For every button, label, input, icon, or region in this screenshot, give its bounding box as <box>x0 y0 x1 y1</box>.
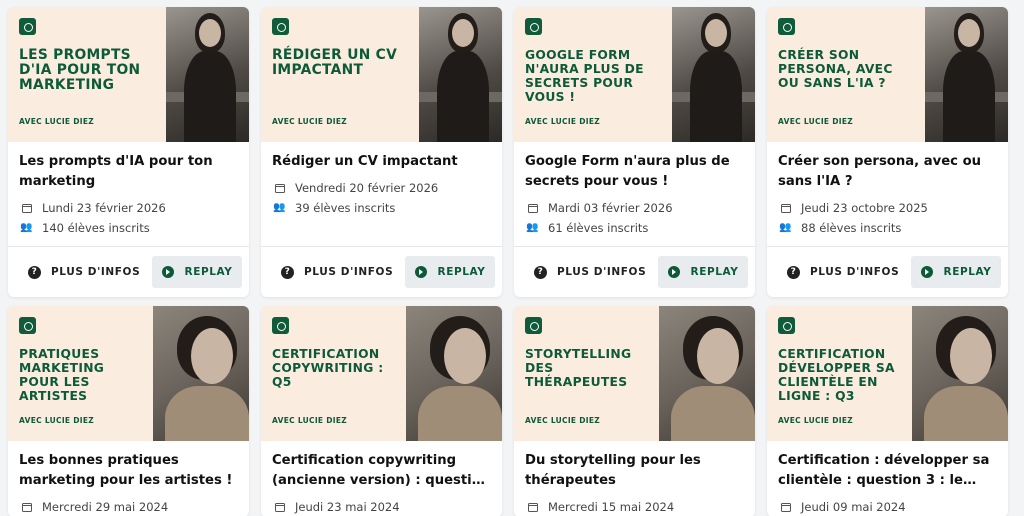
calendar-icon <box>273 502 286 512</box>
people-icon: 👥 <box>779 222 792 233</box>
host-photo <box>672 7 755 142</box>
course-banner: LES PROMPTS D'IA POUR TON MARKETING AVEC L… <box>8 7 249 142</box>
course-date: Jeudi 23 mai 2024 <box>272 497 491 516</box>
more-info-button[interactable]: ? PLUS D'INFOS <box>281 265 393 279</box>
question-circle-icon: ? <box>28 265 41 279</box>
replay-button[interactable]: REPLAY <box>911 256 1001 288</box>
host-photo <box>912 306 1008 441</box>
course-title[interactable]: Les prompts d'IA pour ton marketing <box>19 152 238 192</box>
replay-button[interactable]: REPLAY <box>405 256 495 288</box>
question-circle-icon: ? <box>281 265 294 279</box>
brand-logo-icon <box>525 317 542 334</box>
play-circle-icon <box>161 266 174 278</box>
course-title[interactable]: Rédiger un CV impactant <box>272 152 491 172</box>
banner-title: CERTIFICATION DÉVELOPPER SA CLIENTÈLE EN LI… <box>778 347 895 403</box>
brand-logo-icon <box>778 317 795 334</box>
course-title[interactable]: Certification : développer sa clientèle … <box>778 451 997 491</box>
banner-host: AVEC LUCIE DIEZ <box>19 117 95 126</box>
course-card[interactable]: LES PROMPTS D'IA POUR TON MARKETING AVEC L… <box>8 7 249 297</box>
course-banner: CERTIFICATION COPYWRITING : Q5 AVEC LUCIE … <box>261 306 502 441</box>
course-title[interactable]: Créer son persona, avec ou sans l'IA ? <box>778 152 997 192</box>
banner-host: AVEC LUCIE DIEZ <box>778 117 854 126</box>
banner-title: CERTIFICATION COPYWRITING : Q5 <box>272 347 384 389</box>
course-title[interactable]: Certification copywriting (ancienne vers… <box>272 451 491 491</box>
course-students: 👥 39 élèves inscrits <box>273 201 396 215</box>
banner-title: CRÉER SON PERSONA, AVEC OU SANS L'IA ? <box>778 48 893 90</box>
course-card[interactable]: CERTIFICATION COPYWRITING : Q5 AVEC LUCIE … <box>261 306 502 516</box>
replay-button[interactable]: REPLAY <box>152 256 242 288</box>
people-icon: 👥 <box>273 202 286 213</box>
course-title[interactable]: Du storytelling pour les thérapeutes <box>525 451 744 491</box>
banner-host: AVEC LUCIE DIEZ <box>525 117 601 126</box>
calendar-icon <box>526 203 539 213</box>
course-banner: CERTIFICATION DÉVELOPPER SA CLIENTÈLE EN LI… <box>767 306 1008 441</box>
course-date: Lundi 23 février 2026 <box>19 198 238 218</box>
brand-logo-icon <box>19 317 36 334</box>
host-photo <box>925 7 1008 142</box>
host-photo <box>406 306 502 441</box>
course-banner: CRÉER SON PERSONA, AVEC OU SANS L'IA ? AVE… <box>767 7 1008 142</box>
banner-title: GOOGLE FORM N'AURA PLUS DE SECRETS POUR VOU… <box>525 48 644 104</box>
host-photo <box>659 306 755 441</box>
course-date: Jeudi 09 mai 2024 <box>778 497 997 516</box>
calendar-icon <box>779 502 792 512</box>
banner-title: PRATIQUES MARKETING POUR LES ARTISTES <box>19 347 105 403</box>
people-icon: 👥 <box>526 222 539 233</box>
brand-logo-icon <box>19 18 36 35</box>
banner-host: AVEC LUCIE DIEZ <box>778 416 854 425</box>
course-card[interactable]: STORYTELLING DES THÉRAPEUTES AVEC LUCIE DI… <box>514 306 755 516</box>
course-students: 👥 140 élèves inscrits <box>20 221 150 235</box>
banner-host: AVEC LUCIE DIEZ <box>272 416 348 425</box>
course-card[interactable]: GOOGLE FORM N'AURA PLUS DE SECRETS POUR VOU… <box>514 7 755 297</box>
host-photo <box>166 7 249 142</box>
calendar-icon <box>526 502 539 512</box>
calendar-icon <box>20 502 33 512</box>
question-circle-icon: ? <box>534 265 547 279</box>
course-card[interactable]: RÉDIGER UN CV IMPACTANT AVEC LUCIE DIEZ R… <box>261 7 502 297</box>
calendar-icon <box>20 203 33 213</box>
calendar-icon <box>779 203 792 213</box>
course-students: 👥 88 élèves inscrits <box>779 221 902 235</box>
brand-logo-icon <box>272 317 289 334</box>
course-title[interactable]: Google Form n'aura plus de secrets pour … <box>525 152 744 192</box>
course-date: Jeudi 23 octobre 2025 <box>778 198 997 218</box>
play-circle-icon <box>920 266 933 278</box>
brand-logo-icon <box>778 18 795 35</box>
banner-host: AVEC LUCIE DIEZ <box>19 416 95 425</box>
calendar-icon <box>273 183 286 193</box>
more-info-button[interactable]: ? PLUS D'INFOS <box>534 265 646 279</box>
course-date: Mercredi 15 mai 2024 <box>525 497 744 516</box>
play-circle-icon <box>667 266 680 278</box>
course-students: 👥 61 élèves inscrits <box>526 221 649 235</box>
course-date: Vendredi 20 février 2026 <box>272 178 491 198</box>
host-photo <box>419 7 502 142</box>
course-card[interactable]: PRATIQUES MARKETING POUR LES ARTISTES AVEC … <box>8 306 249 516</box>
course-banner: GOOGLE FORM N'AURA PLUS DE SECRETS POUR VOU… <box>514 7 755 142</box>
question-circle-icon: ? <box>787 265 800 279</box>
course-banner: RÉDIGER UN CV IMPACTANT AVEC LUCIE DIEZ <box>261 7 502 142</box>
course-banner: PRATIQUES MARKETING POUR LES ARTISTES AVEC … <box>8 306 249 441</box>
banner-title: LES PROMPTS D'IA POUR TON MARKETING <box>19 47 141 93</box>
more-info-button[interactable]: ? PLUS D'INFOS <box>28 265 140 279</box>
course-date: Mardi 03 février 2026 <box>525 198 744 218</box>
course-title[interactable]: Les bonnes pratiques marketing pour les … <box>19 451 238 491</box>
replay-button[interactable]: REPLAY <box>658 256 748 288</box>
course-banner: STORYTELLING DES THÉRAPEUTES AVEC LUCIE DI… <box>514 306 755 441</box>
brand-logo-icon <box>525 18 542 35</box>
brand-logo-icon <box>272 18 289 35</box>
course-card[interactable]: CERTIFICATION DÉVELOPPER SA CLIENTÈLE EN LI… <box>767 306 1008 516</box>
host-photo <box>153 306 249 441</box>
play-circle-icon <box>414 266 427 278</box>
people-icon: 👥 <box>20 222 33 233</box>
banner-host: AVEC LUCIE DIEZ <box>272 117 348 126</box>
banner-host: AVEC LUCIE DIEZ <box>525 416 601 425</box>
course-date: Mercredi 29 mai 2024 <box>19 497 238 516</box>
more-info-button[interactable]: ? PLUS D'INFOS <box>787 265 899 279</box>
banner-title: STORYTELLING DES THÉRAPEUTES <box>525 347 632 389</box>
course-card[interactable]: CRÉER SON PERSONA, AVEC OU SANS L'IA ? AVE… <box>767 7 1008 297</box>
banner-title: RÉDIGER UN CV IMPACTANT <box>272 47 398 78</box>
